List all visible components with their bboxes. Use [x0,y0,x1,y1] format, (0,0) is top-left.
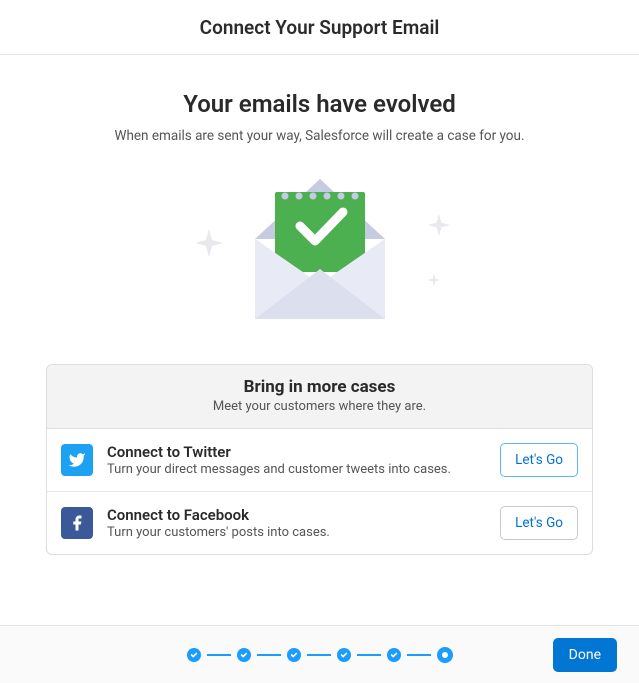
facebook-letsgo-button[interactable]: Let's Go [500,506,578,540]
twitter-row: Connect to Twitter Turn your direct mess… [47,429,592,491]
facebook-text: Connect to Facebook Turn your customers'… [107,506,486,540]
twitter-icon [61,444,93,476]
modal-header: Connect Your Support Email [0,0,639,55]
envelope-icon [245,174,395,324]
facebook-icon [61,507,93,539]
modal-content: Your emails have evolved When emails are… [0,55,639,625]
sparkle-icon [195,229,223,257]
progress-line [207,654,231,656]
facebook-title: Connect to Facebook [107,506,486,524]
progress-line [407,654,431,656]
page-subtitle: When emails are sent your way, Salesforc… [114,128,524,144]
facebook-subtitle: Turn your customers' posts into cases. [107,525,486,540]
facebook-row: Connect to Facebook Turn your customers'… [47,491,592,554]
progress-step-complete [387,648,401,662]
twitter-title: Connect to Twitter [107,443,486,461]
progress-step-complete [337,648,351,662]
modal-footer: Done [0,625,639,683]
cases-card-subtitle: Meet your customers where they are. [57,399,582,414]
progress-indicator [187,647,453,663]
twitter-text: Connect to Twitter Turn your direct mess… [107,443,486,477]
progress-step-complete [237,648,251,662]
progress-line [257,654,281,656]
progress-line [307,654,331,656]
progress-line [357,654,381,656]
progress-step-complete [287,648,301,662]
cases-card: Bring in more cases Meet your customers … [46,364,593,555]
twitter-letsgo-button[interactable]: Let's Go [500,443,578,477]
twitter-subtitle: Turn your direct messages and customer t… [107,462,486,477]
sparkle-icon [428,274,440,286]
cases-card-title: Bring in more cases [57,377,582,397]
progress-step-complete [187,648,201,662]
sparkle-icon [428,214,450,236]
progress-step-current [437,647,453,663]
cases-card-header: Bring in more cases Meet your customers … [47,365,592,429]
page-title: Your emails have evolved [183,90,456,118]
done-button[interactable]: Done [553,638,617,672]
modal-title: Connect Your Support Email [200,16,440,39]
email-illustration [190,174,450,334]
